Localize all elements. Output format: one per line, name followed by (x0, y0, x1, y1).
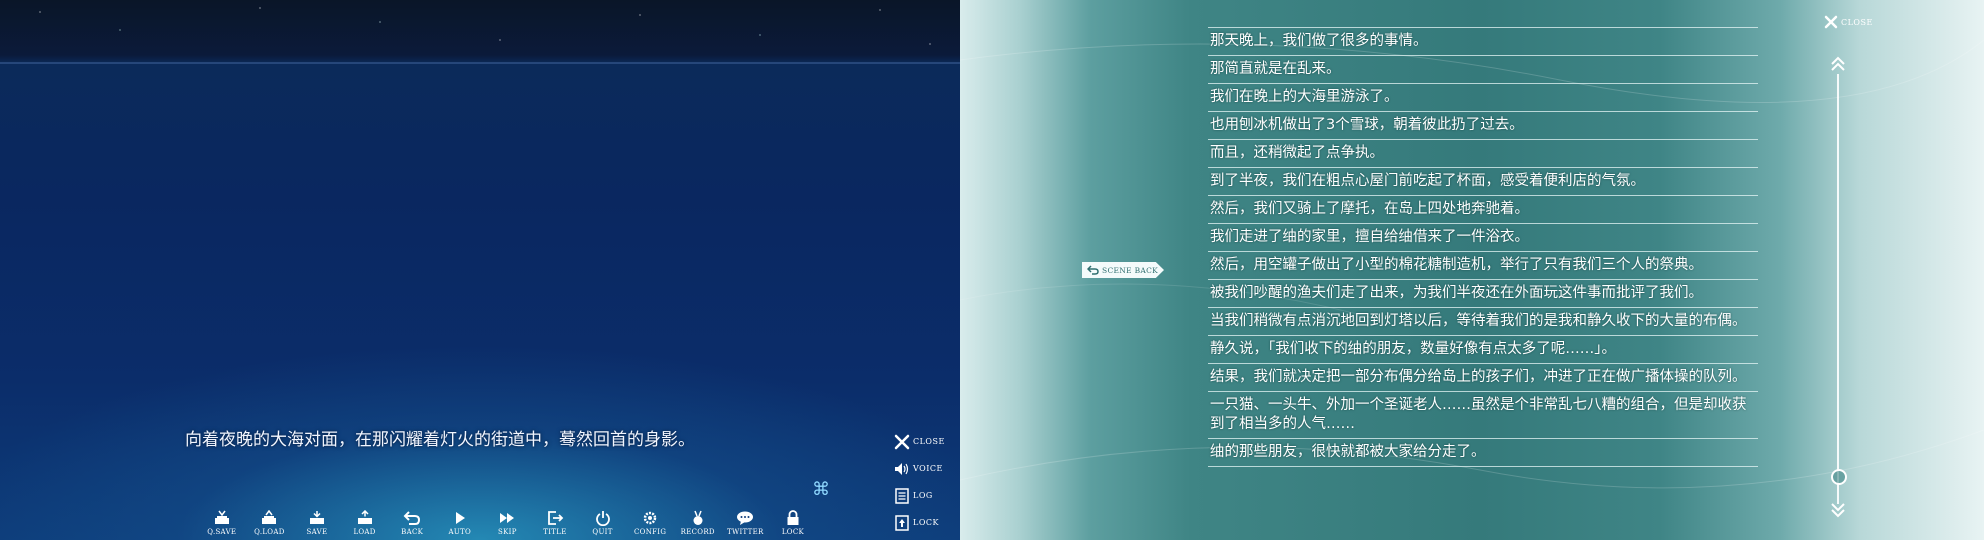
scroll-thumb[interactable] (1831, 469, 1847, 486)
backlog-line[interactable]: 一只猫、一头牛、外加一个圣诞老人……虽然是个非常乱七八糟的组合，但是却收获到了相… (1208, 392, 1758, 439)
backlog-line[interactable]: 被我们吵醒的渔夫们走了出来，为我们半夜还在外面玩这件事而批评了我们。 (1208, 280, 1758, 308)
qload-label: Q.LOAD (254, 528, 285, 536)
backlog-line[interactable]: 我们走进了䌷的家里，擅自给䌷借来了一件浴衣。 (1208, 224, 1758, 252)
save-button[interactable]: SAVE (293, 508, 341, 536)
side-voice-label: VOICE (913, 464, 943, 473)
backlog-screen: CLOSE SCENE BACK 那天晚上，我们做了很多的事情。 那简直就是在乱… (960, 0, 1984, 540)
record-button[interactable]: RECORD (674, 508, 722, 536)
speech-bubble-icon (736, 508, 754, 526)
lock-label: LOCK (781, 528, 805, 536)
text-advance-cursor-icon: ⌘ (812, 479, 830, 500)
auto-label: AUTO (448, 528, 472, 536)
quit-button[interactable]: QUIT (579, 508, 627, 536)
backlog-line[interactable]: 而且，还稍微起了点争执。 (1208, 140, 1758, 168)
scene-back-button[interactable]: SCENE BACK (1082, 262, 1164, 278)
save-label: SAVE (306, 528, 328, 536)
config-label: CONFIG (634, 528, 667, 536)
side-voice-button[interactable]: VOICE (893, 455, 960, 482)
skip-button[interactable]: SKIP (484, 508, 532, 536)
lock-icon (893, 514, 911, 532)
qsave-label: Q.SAVE (207, 528, 237, 536)
load-label: LOAD (353, 528, 376, 536)
backlog-line[interactable]: 然后，用空罐子做出了小型的棉花糖制造机，举行了只有我们三个人的祭典。 (1208, 252, 1758, 280)
medal-icon (689, 508, 707, 526)
load-button[interactable]: LOAD (341, 508, 389, 536)
title-label: TITLE (543, 528, 567, 536)
quit-label: QUIT (592, 528, 613, 536)
speaker-icon (893, 460, 911, 478)
gear-icon (641, 508, 659, 526)
side-menu: CLOSE VOICE LOG LOCK (893, 428, 960, 536)
backlog-scrollbar[interactable] (1828, 54, 1848, 524)
backlog-line[interactable]: 静久说，「我们收下的䌷的朋友，数量好像有点太多了呢……」。 (1208, 336, 1758, 364)
backlog-line[interactable]: 䌷的那些朋友，很快就都被大家给分走了。 (1208, 439, 1758, 467)
side-lock-label: LOCK (913, 518, 939, 527)
night-sky (0, 0, 960, 60)
scroll-track[interactable] (1837, 74, 1839, 504)
lock-icon (784, 508, 802, 526)
game-scene[interactable]: 向着夜晚的大海对面，在那闪耀着灯火的街道中，蓦然回首的身影。 ⌘ CLOSE V… (0, 0, 960, 540)
config-button[interactable]: CONFIG (626, 508, 674, 536)
double-chevron-up-icon (1831, 56, 1845, 71)
document-icon (893, 487, 911, 505)
quick-menu-bar: Q.SAVE Q.LOAD SAVE LOAD BACK AUTO SKIP T… (198, 508, 817, 536)
backlog-close-button[interactable]: CLOSE (1824, 15, 1873, 29)
side-close-button[interactable]: CLOSE (893, 428, 960, 455)
close-icon (1824, 15, 1838, 29)
backlog-line[interactable]: 到了半夜，我们在粗点心屋门前吃起了杯面，感受着便利店的气氛。 (1208, 168, 1758, 196)
save-icon (308, 508, 326, 526)
record-label: RECORD (680, 528, 715, 536)
back-label: BACK (401, 528, 424, 536)
side-close-label: CLOSE (913, 437, 945, 446)
scroll-down-button[interactable] (1828, 500, 1848, 524)
back-arrow-icon (403, 508, 421, 526)
skip-label: SKIP (498, 528, 517, 536)
backlog-close-label: CLOSE (1841, 17, 1873, 27)
back-button[interactable]: BACK (388, 508, 436, 536)
return-arrow-icon (1086, 265, 1100, 275)
horizon-line (0, 62, 960, 64)
backlog-line[interactable]: 那天晚上，我们做了很多的事情。 (1208, 28, 1758, 56)
scene-back-label: SCENE BACK (1102, 265, 1159, 275)
twitter-label: TWITTER (727, 528, 764, 536)
side-lock-button[interactable]: LOCK (893, 509, 960, 536)
side-log-button[interactable]: LOG (893, 482, 960, 509)
close-icon (893, 433, 911, 451)
title-button[interactable]: TITLE (531, 508, 579, 536)
qsave-button[interactable]: Q.SAVE (198, 508, 246, 536)
lock-button[interactable]: LOCK (769, 508, 817, 536)
power-icon (594, 508, 612, 526)
quick-save-icon (213, 508, 231, 526)
backlog-line[interactable]: 也用刨冰机做出了3个雪球，朝着彼此扔了过去。 (1208, 112, 1758, 140)
backlog-text-list: 那天晚上，我们做了很多的事情。 那简直就是在乱来。 我们在晚上的大海里游泳了。 … (1208, 28, 1758, 467)
backlog-line[interactable]: 那简直就是在乱来。 (1208, 56, 1758, 84)
dialogue-text: 向着夜晚的大海对面，在那闪耀着灯火的街道中，蓦然回首的身影。 (185, 430, 695, 450)
play-icon (451, 508, 469, 526)
quick-load-icon (260, 508, 278, 526)
qload-button[interactable]: Q.LOAD (246, 508, 294, 536)
backlog-line[interactable]: 然后，我们又骑上了摩托，在岛上四处地奔驰着。 (1208, 196, 1758, 224)
exit-icon (546, 508, 564, 526)
backlog-line[interactable]: 当我们稍微有点消沉地回到灯塔以后，等待着我们的是我和静久收下的大量的布偶。 (1208, 308, 1758, 336)
load-icon (356, 508, 374, 526)
fast-forward-icon (498, 508, 516, 526)
twitter-button[interactable]: TWITTER (722, 508, 770, 536)
backlog-line[interactable]: 我们在晚上的大海里游泳了。 (1208, 84, 1758, 112)
side-log-label: LOG (913, 491, 933, 500)
auto-button[interactable]: AUTO (436, 508, 484, 536)
backlog-line[interactable]: 结果，我们就决定把一部分布偶分给岛上的孩子们，冲进了正在做广播体操的队列。 (1208, 364, 1758, 392)
double-chevron-down-icon (1831, 503, 1845, 518)
